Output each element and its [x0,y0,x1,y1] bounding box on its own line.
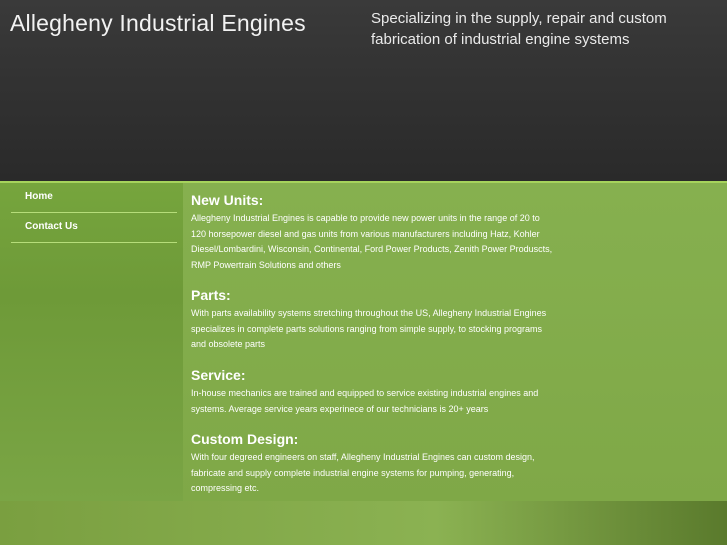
section-heading: Parts: [191,287,231,303]
site-tagline: Specializing in the supply, repair and c… [371,10,667,48]
section-parts: Parts: With parts availability systems s… [191,286,556,353]
section-body: Allegheny Industrial Engines is capable … [191,213,553,270]
nav-item-home[interactable]: Home [11,183,177,213]
nav-item-label: Contact Us [25,221,78,232]
section-body: In-house mechanics are trained and equip… [191,388,539,414]
section-body: With parts availability systems stretchi… [191,308,547,349]
section-service: Service: In-house mechanics are trained … [191,366,556,417]
sidebar-nav: Home Contact Us [0,183,183,501]
nav-item-label: Home [25,191,53,202]
section-heading: Custom Design: [191,431,299,447]
section-heading: Service: [191,367,246,383]
site-title: Allegheny Industrial Engines [10,10,306,36]
section-custom-design: Custom Design: With four degreed enginee… [191,430,556,497]
footer-band [0,501,727,545]
section-body: With four degreed engineers on staff, Al… [191,452,535,493]
main-content: New Units: Allegheny Industrial Engines … [183,183,727,501]
nav-item-contact-us[interactable]: Contact Us [11,213,177,243]
section-new-units: New Units: Allegheny Industrial Engines … [191,191,556,273]
site-header: Allegheny Industrial Engines Specializin… [0,0,727,181]
section-heading: New Units: [191,192,264,208]
